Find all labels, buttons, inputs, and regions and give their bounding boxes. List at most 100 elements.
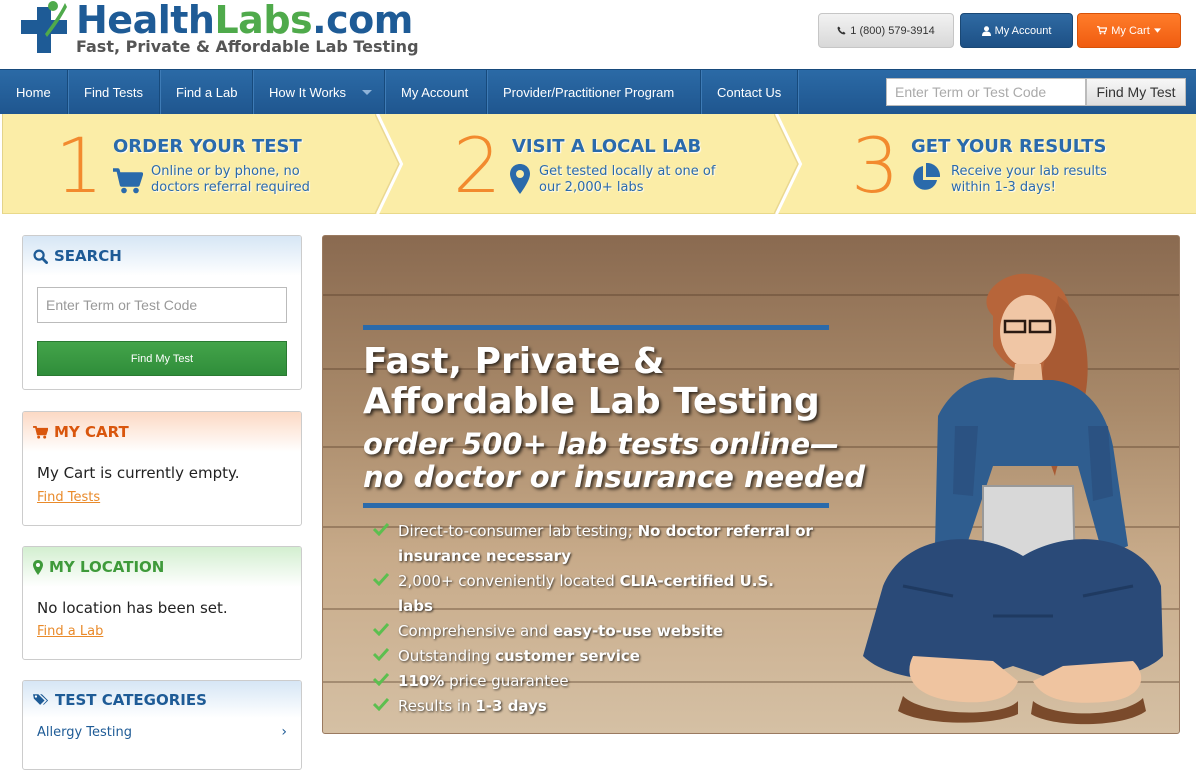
location-empty-text: No location has been set. [37, 599, 228, 617]
site-logo[interactable]: HealthLabs.com Fast, Private & Affordabl… [21, 0, 419, 56]
benefit-item: Results in 1-3 days [373, 694, 813, 719]
category-item-label: Allergy Testing [37, 724, 133, 740]
benefit-item: 2,000+ conveniently located CLIA-certifi… [373, 569, 813, 619]
cart-panel-header: MY CART [23, 412, 301, 452]
nav-contact-us-label: Contact Us [717, 85, 782, 100]
step-description-line: Get tested locally at one of [539, 164, 716, 179]
step-description: Online or by phone, no doctors referral r… [151, 164, 310, 196]
location-panel: MY LOCATION No location has been set. Fi… [22, 546, 302, 660]
search-panel-header: SEARCH [23, 236, 301, 276]
nav-find-tests-label: Find Tests [84, 85, 144, 100]
nav-my-account[interactable]: My Account [385, 70, 487, 115]
checkmark-icon [373, 672, 389, 686]
cart-icon [33, 425, 48, 439]
sidebar-find-my-test-button[interactable]: Find My Test [37, 341, 287, 376]
checkmark-icon [373, 647, 389, 661]
pie-chart-icon [913, 163, 940, 190]
benefit-emphasis: easy-to-use website [552, 622, 724, 640]
test-categories-panel: TEST CATEGORIES Allergy Testing › [22, 680, 302, 770]
step-description: Get tested locally at one of our 2,000+ l… [539, 164, 715, 196]
checkmark-icon [373, 522, 389, 536]
hero-bottom-rule [363, 503, 829, 508]
nav-search-input[interactable]: Enter Term or Test Code [886, 78, 1086, 106]
step-description-line: within 1-3 days! [951, 180, 1056, 195]
nav-contact-us[interactable]: Contact Us [701, 70, 798, 115]
checkmark-icon [373, 622, 389, 636]
cart-icon [113, 168, 143, 194]
phone-number: 1 (800) 579-3914 [850, 24, 935, 37]
hero-title: Fast, Private & Affordable Lab Testing [363, 342, 820, 422]
site-header: HealthLabs.com Fast, Private & Affordabl… [0, 0, 1196, 69]
search-panel-title: SEARCH [54, 247, 122, 265]
hero-subtitle-line: no doctor or insurance needed [363, 460, 866, 494]
checkmark-icon [373, 697, 389, 711]
find-tests-link[interactable]: Find Tests [23, 490, 301, 505]
step-description-line: doctors referral required [151, 180, 310, 195]
logo-tagline: Fast, Private & Affordable Lab Testing [76, 37, 419, 56]
hero-title-line: Affordable Lab Testing [363, 381, 820, 422]
my-account-label: My Account [994, 24, 1052, 37]
phone-button[interactable]: 1 (800) 579-3914 [818, 13, 954, 48]
search-panel: SEARCH Enter Term or Test Code Find My T… [22, 235, 302, 390]
nav-home[interactable]: Home [0, 70, 68, 115]
cart-empty-text: My Cart is currently empty. [37, 464, 240, 482]
map-marker-icon [33, 559, 43, 575]
benefit-text: Results in [398, 697, 476, 715]
step-description-line: Receive your lab results [951, 164, 1107, 179]
test-categories-title: TEST CATEGORIES [55, 690, 207, 709]
step-title: GET YOUR RESULTS [911, 136, 1107, 157]
location-panel-header: MY LOCATION [23, 547, 301, 587]
nav-find-a-lab-label: Find a Lab [176, 85, 238, 100]
cart-icon [1097, 26, 1108, 35]
step-description-line: Online or by phone, no [151, 164, 300, 179]
step-description-line: our 2,000+ labs [539, 180, 644, 195]
benefit-item: Comprehensive and easy-to-use website [373, 619, 813, 644]
caret-down-icon [362, 90, 373, 95]
cart-panel-title: MY CART [54, 423, 129, 441]
location-panel-title: MY LOCATION [49, 558, 165, 576]
nav-home-label: Home [16, 85, 51, 100]
chevron-right-icon [774, 114, 803, 214]
find-a-lab-link[interactable]: Find a Lab [23, 624, 301, 639]
nav-provider-program[interactable]: Provider/Practitioner Program [487, 70, 701, 115]
benefit-text: 2,000+ conveniently located [398, 572, 620, 590]
hero-subtitle-line: order 500+ lab tests online— [363, 427, 840, 461]
benefit-text: Outstanding [398, 647, 496, 665]
nav-provider-program-label: Provider/Practitioner Program [503, 85, 675, 100]
benefit-text: price guarantee [444, 672, 569, 690]
how-it-works-steps: 1 ORDER YOUR TEST Online or by phone, no… [2, 114, 1196, 214]
phone-icon [837, 26, 846, 35]
benefit-item: Outstanding customer service [373, 644, 813, 669]
tags-icon [33, 693, 49, 705]
nav-how-it-works[interactable]: How It Works [253, 70, 385, 115]
benefit-emphasis: 110% [398, 672, 445, 690]
search-icon [33, 248, 48, 264]
nav-my-account-label: My Account [401, 85, 469, 100]
step-number: 3 [851, 121, 900, 210]
nav-how-it-works-label: How It Works [269, 85, 347, 100]
step-number: 1 [55, 121, 104, 210]
step-order: 1 ORDER YOUR TEST Online or by phone, no… [3, 114, 403, 214]
step-number: 2 [453, 121, 502, 210]
sidebar-search-input[interactable]: Enter Term or Test Code [37, 287, 287, 323]
cart-panel: MY CART My Cart is currently empty. Find… [22, 411, 302, 526]
nav-find-a-lab[interactable]: Find a Lab [160, 70, 253, 115]
hero-subtitle: order 500+ lab tests online— no doctor o… [363, 428, 865, 494]
nav-find-my-test-button[interactable]: Find My Test [1086, 78, 1186, 106]
benefit-item: 110% price guarantee [373, 669, 813, 694]
hero-woman-photo [863, 273, 1163, 725]
hero-top-rule [363, 325, 829, 330]
nav-find-tests[interactable]: Find Tests [68, 70, 160, 115]
category-item[interactable]: Allergy Testing › [23, 718, 301, 740]
chevron-right-icon: › [281, 724, 287, 740]
my-cart-label: My Cart [1111, 24, 1150, 37]
benefit-text: Comprehensive and [398, 622, 553, 640]
my-account-button[interactable]: My Account [960, 13, 1073, 48]
hero-benefits-list: Direct-to-consumer lab testing; No docto… [373, 519, 813, 719]
checkmark-icon [373, 572, 389, 586]
test-categories-header: TEST CATEGORIES [23, 681, 301, 718]
step-results: 3 GET YOUR RESULTS Receive your lab resu… [803, 114, 1196, 214]
my-cart-button[interactable]: My Cart [1077, 13, 1181, 48]
user-icon [981, 25, 991, 36]
benefit-emphasis: customer service [495, 647, 640, 665]
